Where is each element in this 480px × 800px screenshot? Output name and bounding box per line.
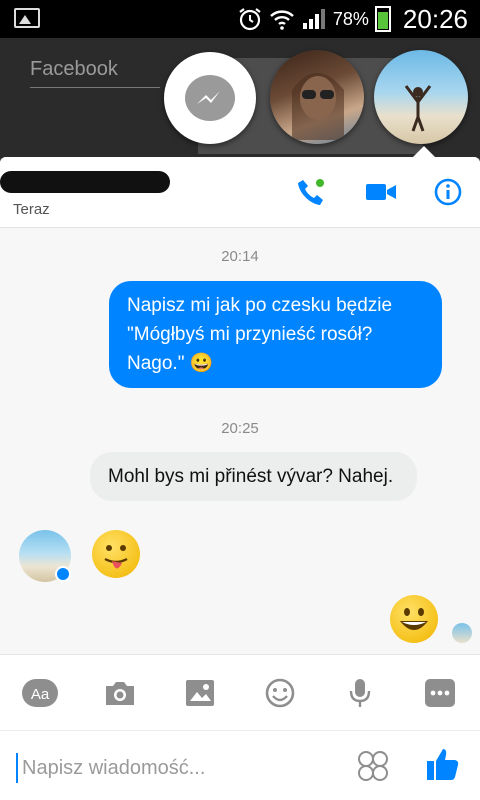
aa-icon: Aa [22, 679, 58, 707]
contact-2-photo [404, 85, 432, 132]
conversation-panel: Teraz 20:14 Napisz mi jak po czesku będz… [0, 157, 480, 800]
seen-avatar-icon [452, 623, 472, 643]
tongue-emoji-icon[interactable] [92, 530, 140, 578]
battery-percent: 78% [332, 8, 369, 29]
wifi-icon [270, 10, 294, 30]
video-call-button[interactable] [364, 175, 398, 209]
alarm-icon [239, 8, 261, 31]
text-format-button[interactable]: Aa [21, 675, 59, 711]
contact-name-redacted [0, 171, 170, 193]
message-list: 20:14 Napisz mi jak po czesku będzie "Mó… [0, 228, 480, 654]
voice-message-button[interactable] [341, 675, 379, 711]
more-options-button[interactable] [421, 675, 459, 711]
gallery-button[interactable] [181, 675, 219, 711]
grinning-emoji-icon[interactable] [390, 595, 438, 643]
info-icon [434, 178, 462, 206]
outgoing-message[interactable]: Napisz mi jak po czesku będzie "Mógłbyś … [109, 281, 442, 388]
clock: 20:26 [402, 3, 468, 34]
emoji-picker-button[interactable] [356, 749, 390, 783]
svg-text:Aa: Aa [31, 686, 50, 703]
emoji-picker-icon [358, 751, 388, 781]
background-field-label: Facebook [30, 58, 160, 88]
contact-avatar[interactable] [19, 530, 71, 582]
signal-icon [302, 9, 325, 29]
phone-icon [298, 179, 324, 205]
incoming-message[interactable]: Mohl bys mi přinést vývar? Nahej. [90, 452, 417, 501]
video-camera-icon [366, 184, 396, 200]
timestamp: 20:14 [221, 248, 259, 265]
camera-button[interactable] [101, 675, 139, 711]
like-button[interactable] [424, 745, 462, 783]
active-status: Teraz [13, 201, 50, 218]
chat-head-contact-2[interactable] [374, 50, 468, 144]
image-icon [186, 680, 214, 706]
camera-icon [106, 682, 134, 705]
microphone-icon [349, 679, 371, 707]
messenger-icon [185, 75, 235, 121]
contact-1-photo [292, 73, 344, 140]
message-input-bar [0, 730, 480, 800]
conversation-info-button[interactable] [431, 175, 465, 209]
sticker-button[interactable] [261, 675, 299, 711]
message-input[interactable] [16, 753, 344, 783]
smiley-icon [265, 678, 295, 708]
conversation-header: Teraz [0, 157, 480, 228]
thumbs-up-icon [427, 749, 459, 780]
messenger-badge-icon [55, 566, 71, 582]
more-icon [425, 679, 455, 707]
chat-head-contact-1[interactable] [270, 50, 364, 144]
battery-icon [374, 6, 391, 32]
gallery-notification-icon [14, 8, 40, 28]
messenger-chat-head[interactable] [164, 52, 256, 144]
timestamp: 20:25 [221, 420, 259, 437]
status-icons: 78% 20:26 [237, 4, 468, 34]
status-bar: 78% 20:26 [0, 0, 480, 38]
voice-call-button[interactable] [294, 175, 328, 209]
composer-toolbar: Aa [0, 654, 480, 731]
